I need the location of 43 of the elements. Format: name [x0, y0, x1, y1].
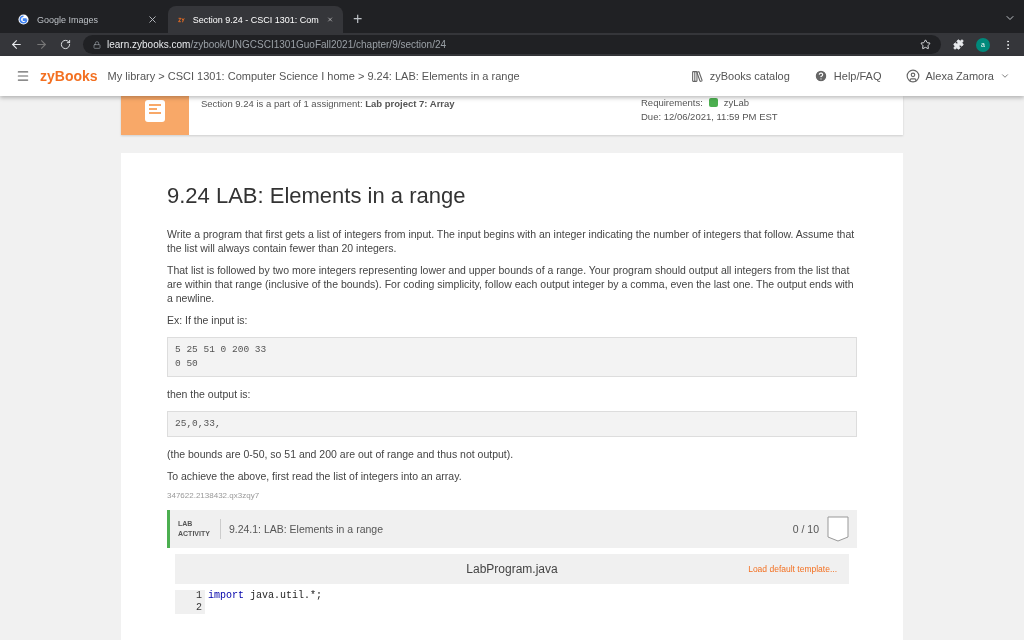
lab-title: 9.24.1: LAB: Elements in a range	[228, 523, 384, 535]
user-menu[interactable]: Alexa Zamora	[925, 70, 994, 82]
section-title: 9.24 LAB: Elements in a range	[167, 183, 467, 209]
browser-tab[interactable]: Google Images	[8, 6, 168, 33]
score: 0 / 10	[792, 523, 819, 535]
instruction-text: (the bounds are 0-50, so 51 and 200 are out of range and thus not output).	[167, 447, 515, 461]
browser-tab[interactable]: Section 9.24 - CSCI 1301: Com	[168, 6, 343, 33]
line-number: 2	[175, 602, 205, 614]
close-icon[interactable]	[147, 14, 158, 25]
back-icon[interactable]	[10, 38, 23, 51]
instruction-text: To achieve the above, first read the list of integers into an array.	[167, 469, 463, 483]
line-number: 1	[175, 590, 205, 602]
requirements-label: Requirements:	[641, 97, 703, 108]
bookmark-star-icon[interactable]	[920, 39, 931, 50]
document-icon	[143, 100, 167, 124]
lock-icon	[93, 40, 101, 49]
file-name: LabProgram.java	[466, 562, 558, 576]
breadcrumb: My library > CSCI 1301: Computer Science I home > 9.24: LAB: Elements in a range	[107, 70, 521, 82]
requirement-text: zyLab	[723, 97, 750, 108]
caret-icon[interactable]	[1000, 71, 1010, 81]
due-date: Due: 12/06/2021, 11:59 PM EST	[641, 111, 778, 122]
instruction-text: Write a program that first gets a list of integers from input. The input begins with an integer indicating the number of integers that follow. Assume that the list will always contain fewer than 20 integers.	[167, 227, 856, 255]
code-text: 5 25 51 0 200 33	[175, 343, 268, 357]
instruction-text: That list is followed by two more integers representing lower and upper bounds of a range. Your program should output all integers from the list that are within that range (inclusive of the bounds). For coding simplicity, follow each output integer by a comma, even the last one. The output ends with a newline.	[167, 263, 855, 305]
reload-icon[interactable]	[60, 39, 71, 50]
instruction-text: then the output is:	[167, 387, 252, 401]
library-icon[interactable]	[690, 69, 704, 83]
assignment-text: Section 9.24 is a part of 1 assignment: Lab project 7: Array	[200, 97, 456, 111]
code-text: 25,0,33,	[175, 417, 222, 431]
code-text: 0 50	[175, 357, 199, 371]
help-link[interactable]: Help/FAQ	[833, 70, 882, 82]
help-icon[interactable]	[813, 69, 828, 83]
new-tab-button[interactable]: +	[353, 10, 363, 28]
forward-icon[interactable]	[35, 38, 48, 51]
instruction-text: Ex: If the input is:	[167, 313, 249, 327]
extensions-icon[interactable]	[953, 39, 964, 50]
section-id: 347622.2138432.qx3zqy7	[167, 491, 261, 500]
code-line: import java.util.*;	[207, 590, 323, 602]
google-logo-icon	[18, 14, 29, 25]
menu-icon[interactable]	[16, 69, 30, 83]
user-icon[interactable]	[905, 69, 920, 83]
address-bar[interactable]: learn.zybooks.com/zybook/UNGCSCI1301GuoFall2021/chapter/9/section/24	[83, 35, 941, 54]
catalog-link[interactable]: zyBooks catalog	[709, 70, 790, 82]
